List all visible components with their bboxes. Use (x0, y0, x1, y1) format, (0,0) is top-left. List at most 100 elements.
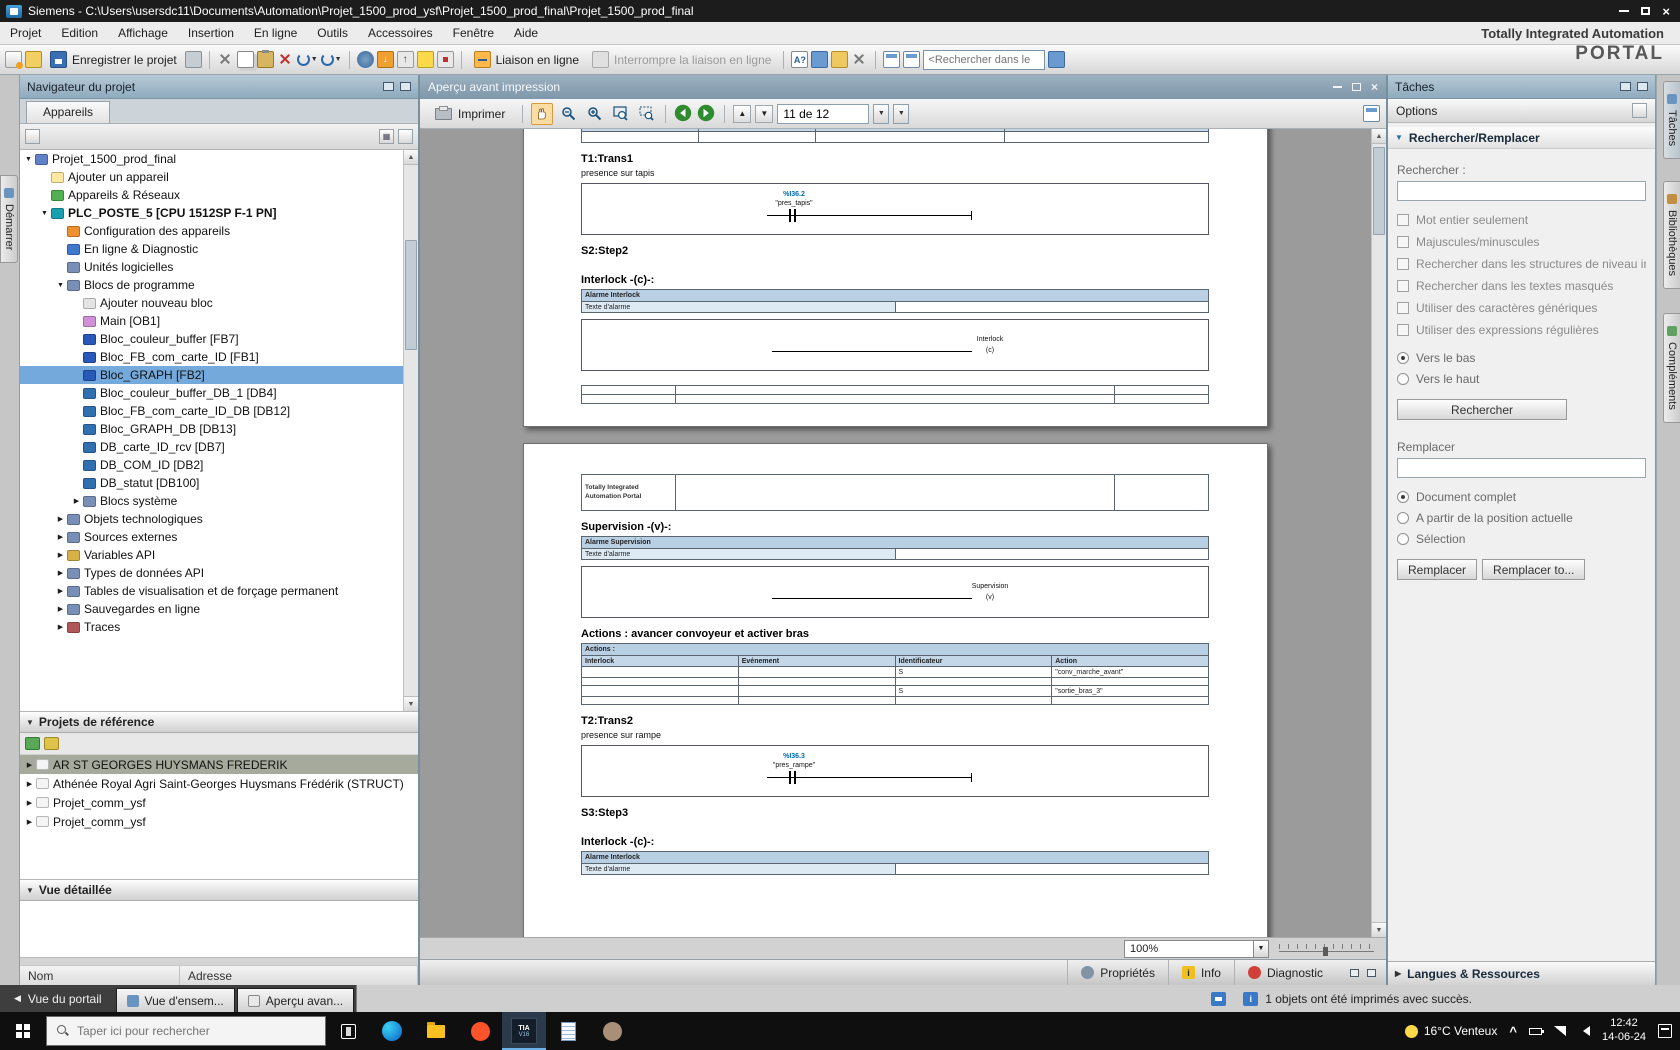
scroll-up-icon[interactable]: ▲ (1372, 129, 1386, 144)
reference-item-projet-comm-ysf-1[interactable]: Projet_comm_ysf (20, 793, 418, 812)
brave-button[interactable] (458, 1012, 502, 1050)
remplacer-tout-button[interactable]: Remplacer to... (1482, 559, 1586, 580)
tree-item-device-configuration[interactable]: Configuration des appareils (20, 222, 403, 240)
redo-dropdown-icon[interactable]: ▼ (335, 56, 342, 63)
portal-view-button[interactable]: ◀ Vue du portail (0, 985, 116, 1012)
scrollbar-thumb[interactable] (405, 240, 417, 350)
scroll-down-icon[interactable]: ▼ (404, 696, 418, 711)
delete-icon[interactable] (277, 51, 294, 68)
reference-options-icon[interactable] (44, 737, 59, 750)
cut-icon[interactable] (217, 51, 234, 68)
tree-item-external-sources[interactable]: Sources externes (20, 528, 403, 546)
scrollbar-thumb[interactable] (1373, 147, 1385, 235)
tree-item-bloc-graph-selected[interactable]: Bloc_GRAPH [FB2] (20, 366, 403, 384)
tree-item-program-blocks[interactable]: Blocs de programme (20, 276, 403, 294)
view-mode-dropdown-icon[interactable]: ▼ (893, 103, 910, 124)
zoom-slider[interactable] (1279, 942, 1374, 956)
collapse-icon[interactable] (55, 551, 66, 559)
tree-item-software-units[interactable]: Unités logicielles (20, 258, 403, 276)
panel-options-icon[interactable] (383, 82, 394, 91)
tree-item-traces[interactable]: Traces (20, 618, 403, 636)
next-page-icon[interactable]: ▼ (755, 104, 774, 123)
paste-icon[interactable] (256, 50, 274, 68)
copy-icon[interactable] (236, 51, 254, 68)
reference-item-ar-st-georges[interactable]: AR ST GEORGES HUYSMANS FREDERIK (20, 755, 418, 774)
menu-insertion[interactable]: Insertion (178, 23, 244, 43)
undo-dropdown-icon[interactable]: ▼ (311, 56, 318, 63)
rechercher-button[interactable]: Rechercher (1397, 399, 1567, 420)
menu-edition[interactable]: Edition (51, 23, 108, 43)
tree-item-technology-objects[interactable]: Objets technologiques (20, 510, 403, 528)
reference-item-athenee-royal[interactable]: Athénée Royal Agri Saint-Georges Huysman… (20, 774, 418, 793)
collapse-icon[interactable] (55, 587, 66, 595)
page-number-input[interactable] (783, 106, 864, 121)
checkbox-regex[interactable]: Utiliser des expressions régulières (1397, 319, 1646, 341)
open-reference-icon[interactable] (25, 737, 40, 750)
preview-scrollbar[interactable]: ▲ ▼ (1371, 129, 1386, 937)
next-view-icon[interactable] (697, 104, 716, 123)
menu-affichage[interactable]: Affichage (108, 23, 178, 43)
project-library-icon[interactable] (1048, 51, 1066, 68)
previous-view-icon[interactable] (674, 104, 693, 123)
tree-item-plc-tags[interactable]: Variables API (20, 546, 403, 564)
collapse-inspector-icon[interactable] (1367, 968, 1376, 977)
radio-from-position[interactable]: A partir de la position actuelle (1397, 507, 1646, 528)
checkbox-wildcards[interactable]: Utiliser des caractères génériques (1397, 297, 1646, 319)
print-preview-tab[interactable]: Aperçu avan... (236, 988, 355, 1012)
radio-up[interactable]: Vers le haut (1397, 368, 1646, 389)
file-explorer-button[interactable] (414, 1012, 458, 1050)
zoom-selection-icon[interactable] (635, 103, 657, 125)
collapse-icon[interactable] (24, 761, 35, 769)
split-editor-horizontal-icon[interactable] (883, 51, 901, 68)
action-center-icon[interactable] (1658, 1024, 1672, 1038)
menu-projet[interactable]: Projet (0, 23, 51, 43)
collapse-icon[interactable] (55, 569, 66, 577)
collapse-icon[interactable] (24, 780, 35, 788)
tree-item-bloc-couleur-buffer-db1[interactable]: Bloc_couleur_buffer_DB_1 [DB4] (20, 384, 403, 402)
tree-item-devices-networks[interactable]: Appareils & Réseaux (20, 186, 403, 204)
radio-down[interactable]: Vers le bas (1397, 347, 1646, 368)
taskbar-search-input[interactable] (77, 1024, 315, 1038)
tray-expand-icon[interactable]: ^ (1509, 1024, 1517, 1039)
languages-resources-bar[interactable]: ▶ Langues & Ressources (1388, 961, 1655, 985)
tree-item-watch-tables[interactable]: Tables de visualisation et de forçage pe… (20, 582, 403, 600)
tab-appareils[interactable]: Appareils (26, 101, 111, 123)
expand-icon[interactable] (39, 210, 50, 217)
volume-icon[interactable] (1578, 1026, 1590, 1036)
menu-accessoires[interactable]: Accessoires (358, 23, 443, 43)
remplacer-button[interactable]: Remplacer (1397, 559, 1478, 580)
page-layout-icon[interactable] (1363, 105, 1380, 122)
start-cpu-icon[interactable] (416, 51, 434, 68)
expand-icon[interactable] (23, 156, 34, 163)
collapse-icon[interactable] (55, 533, 66, 541)
tree-item-bloc-fb-com-carte-id-db[interactable]: Bloc_FB_com_carte_ID_DB [DB12] (20, 402, 403, 420)
tree-item-main-ob1[interactable]: Main [OB1] (20, 312, 403, 330)
minimize-icon[interactable] (1619, 10, 1630, 12)
replace-input[interactable] (1397, 458, 1646, 478)
slider-thumb[interactable] (1323, 946, 1328, 956)
find-input[interactable] (1397, 181, 1646, 201)
go-online-button[interactable]: Liaison en ligne (469, 49, 584, 71)
menu-outils[interactable]: Outils (307, 23, 358, 43)
new-project-icon[interactable] (5, 51, 23, 69)
tree-item-bloc-couleur-buffer[interactable]: Bloc_couleur_buffer [FB7] (20, 330, 403, 348)
tab-bibliotheques[interactable]: Bibliothèques (1663, 181, 1680, 290)
minimize-panel-icon[interactable] (1332, 86, 1342, 88)
zoom-in-icon[interactable] (583, 103, 605, 125)
tab-diagnostic[interactable]: Diagnostic (1233, 960, 1336, 985)
column-nom[interactable]: Nom (20, 966, 180, 985)
compile-icon[interactable] (356, 51, 374, 68)
battery-icon[interactable] (1528, 1027, 1544, 1035)
page-dropdown-icon[interactable]: ▼ (873, 103, 890, 124)
print-icon[interactable] (184, 51, 202, 68)
collapse-icon[interactable] (71, 497, 82, 505)
tab-proprietes[interactable]: Propriétés (1067, 960, 1168, 985)
device-view-icon[interactable] (25, 129, 40, 144)
save-project-button[interactable]: Enregistrer le projet (45, 49, 182, 71)
edge-button[interactable] (370, 1012, 414, 1050)
download-to-device-icon[interactable]: ↓ (376, 51, 394, 68)
expand-inspector-icon[interactable] (1350, 968, 1359, 977)
scroll-up-icon[interactable]: ▲ (404, 150, 418, 165)
start-button[interactable] (0, 1012, 46, 1050)
tab-complements[interactable]: Compléments (1663, 313, 1680, 423)
